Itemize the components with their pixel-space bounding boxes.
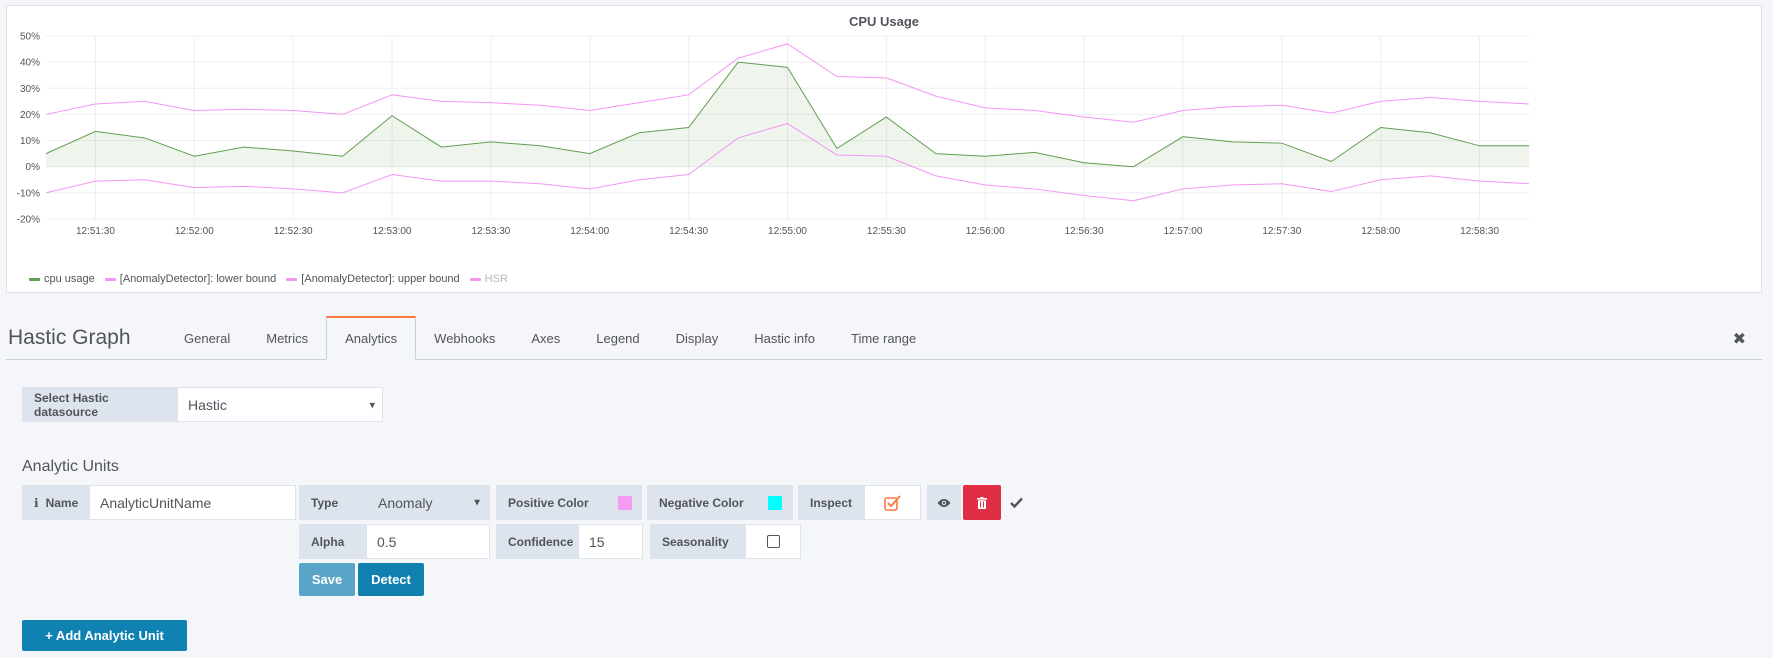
tab-general[interactable]: General bbox=[166, 316, 248, 359]
legend-swatch bbox=[286, 277, 298, 281]
cpu-usage-chart: 50% 40% 30% 20% 10% 0% -10% -20% 12:51:30 12:52:0… bbox=[17, 32, 1530, 237]
y-tick-label: -20% bbox=[17, 215, 40, 226]
checked-box-icon bbox=[883, 494, 901, 511]
tab-analytics[interactable]: Analytics bbox=[326, 316, 417, 360]
y-tick-label: 50% bbox=[20, 32, 40, 43]
positive-color-picker[interactable] bbox=[618, 496, 632, 510]
legend-label: cpu usage bbox=[44, 273, 95, 285]
eye-icon bbox=[937, 498, 951, 507]
y-tick-label: -10% bbox=[17, 188, 40, 199]
x-tick-label: 12:53:00 bbox=[373, 226, 412, 237]
inspect-label: Inspect bbox=[798, 485, 865, 520]
x-tick-label: 12:51:30 bbox=[76, 226, 115, 237]
detect-button[interactable]: Detect bbox=[358, 563, 424, 596]
tab-legend[interactable]: Legend bbox=[578, 316, 657, 359]
editor-title: Hastic Graph bbox=[8, 326, 131, 349]
x-tick-label: 12:55:00 bbox=[768, 226, 807, 237]
x-tick-label: 12:54:30 bbox=[669, 226, 708, 237]
tab-time-range[interactable]: Time range bbox=[833, 316, 934, 359]
x-tick-label: 12:53:30 bbox=[471, 226, 510, 237]
y-tick-label: 20% bbox=[20, 110, 40, 121]
legend-item[interactable]: cpu usage bbox=[29, 273, 95, 285]
legend-swatch bbox=[29, 277, 40, 281]
x-tick-label: 12:57:30 bbox=[1262, 226, 1301, 237]
legend-swatch bbox=[469, 277, 481, 281]
x-tick-label: 12:56:00 bbox=[966, 226, 1005, 237]
confidence-input[interactable] bbox=[578, 524, 643, 559]
panel-editor-header: Hastic Graph General Metrics Analytics Webh… bbox=[6, 316, 1762, 360]
caret-down-icon: ▾ bbox=[369, 399, 375, 411]
seasonality-label: Seasonality bbox=[650, 524, 746, 559]
datasource-value: Hastic bbox=[188, 396, 227, 413]
y-tick-label: 40% bbox=[20, 58, 40, 69]
y-tick-label: 30% bbox=[20, 84, 40, 95]
graph-panel: CPU Usage 50% 40% 30% 20% 10% 0% -10% -20% 12:51… bbox=[6, 5, 1762, 293]
chart-legend: cpu usage [AnomalyDetector]: lower bound [… bbox=[29, 273, 508, 285]
x-tick-label: 12:55:30 bbox=[867, 226, 906, 237]
trash-icon bbox=[977, 496, 987, 509]
legend-label: [AnomalyDetector]: lower bound bbox=[119, 273, 277, 285]
datasource-select[interactable]: Hastic ▾ bbox=[177, 387, 383, 422]
legend-item[interactable]: [AnomalyDetector]: upper bound bbox=[286, 273, 460, 285]
inspect-checkbox[interactable] bbox=[864, 485, 921, 520]
x-tick-label: 12:52:30 bbox=[274, 226, 313, 237]
x-tick-label: 12:56:30 bbox=[1065, 226, 1104, 237]
editor-tabs: General Metrics Analytics Webhooks Axes Legen… bbox=[166, 316, 934, 360]
delete-button[interactable] bbox=[963, 485, 1001, 520]
add-analytic-unit-button[interactable]: + Add Analytic Unit bbox=[22, 620, 187, 651]
unchecked-box-icon bbox=[766, 535, 780, 548]
legend-label: HSR bbox=[484, 273, 508, 285]
tab-display[interactable]: Display bbox=[658, 316, 737, 359]
caret-down-icon: ▼ bbox=[472, 497, 482, 508]
tab-hastic-info[interactable]: Hastic info bbox=[736, 316, 833, 359]
info-icon[interactable]: ℹ bbox=[34, 496, 39, 510]
x-tick-label: 12:54:00 bbox=[570, 226, 609, 237]
alpha-input[interactable] bbox=[366, 524, 490, 559]
legend-item[interactable]: [AnomalyDetector]: lower bound bbox=[104, 273, 277, 285]
datasource-label: Select Hastic datasource bbox=[22, 387, 178, 422]
analytic-units-title: Analytic Units bbox=[22, 458, 119, 475]
alpha-label: Alpha bbox=[299, 524, 367, 559]
tab-metrics[interactable]: Metrics bbox=[248, 316, 326, 359]
seasonality-checkbox[interactable] bbox=[745, 524, 801, 559]
tab-webhooks[interactable]: Webhooks bbox=[416, 316, 513, 359]
type-label: Type bbox=[299, 485, 367, 520]
x-tick-label: 12:52:00 bbox=[175, 226, 214, 237]
name-label: ℹ Name bbox=[22, 485, 90, 520]
check-icon bbox=[1009, 497, 1023, 508]
unit-name-input[interactable] bbox=[89, 485, 296, 520]
type-select[interactable]: Anomaly ▼ bbox=[366, 485, 490, 520]
negative-color-picker[interactable] bbox=[768, 496, 782, 510]
y-tick-label: 10% bbox=[20, 136, 40, 147]
negative-color-label: Negative Color bbox=[647, 485, 793, 520]
y-tick-label: 0% bbox=[26, 162, 41, 173]
tab-axes[interactable]: Axes bbox=[513, 316, 578, 359]
legend-label: [AnomalyDetector]: upper bound bbox=[301, 273, 460, 285]
confirm-button[interactable] bbox=[1006, 492, 1026, 512]
save-button[interactable]: Save bbox=[299, 563, 355, 596]
type-value: Anomaly bbox=[378, 494, 433, 511]
confidence-label: Confidence bbox=[496, 524, 579, 559]
positive-color-label: Positive Color bbox=[496, 485, 642, 520]
close-icon[interactable]: ✖ bbox=[1733, 329, 1746, 349]
x-tick-label: 12:57:00 bbox=[1163, 226, 1202, 237]
legend-swatch bbox=[104, 277, 116, 281]
x-tick-label: 12:58:30 bbox=[1460, 226, 1499, 237]
x-tick-label: 12:58:00 bbox=[1361, 226, 1400, 237]
eye-button[interactable] bbox=[927, 485, 961, 520]
legend-item[interactable]: HSR bbox=[469, 273, 508, 285]
